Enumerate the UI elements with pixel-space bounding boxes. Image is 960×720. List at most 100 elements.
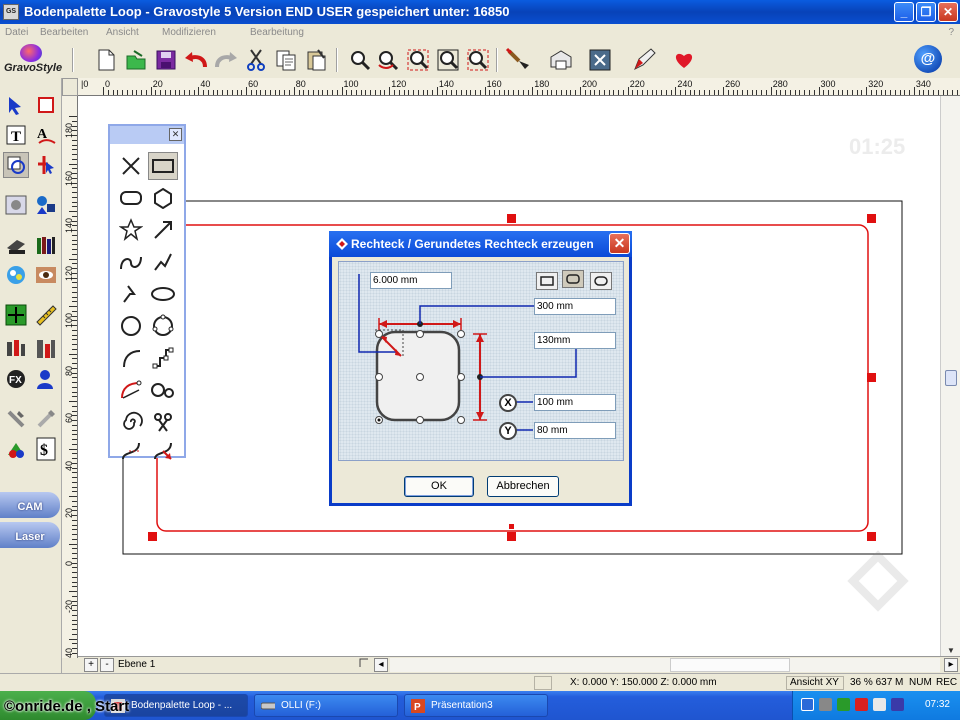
scanner-icon[interactable]: [3, 232, 29, 258]
bezier-icon[interactable]: [116, 436, 146, 464]
width-input[interactable]: 300 mm: [534, 298, 616, 315]
hscroll-thumb[interactable]: [670, 658, 790, 672]
redo-icon[interactable]: [212, 46, 240, 74]
hexagon-icon[interactable]: [148, 184, 178, 212]
tray-shield-icon[interactable]: [855, 698, 868, 711]
heart-icon[interactable]: [670, 46, 698, 74]
mode-rounded-rectangle-icon[interactable]: [562, 270, 584, 288]
x-position-input[interactable]: 100 mm: [534, 394, 616, 411]
zigzag-icon[interactable]: [116, 280, 146, 308]
zoom-selection-icon[interactable]: [464, 46, 492, 74]
star-icon[interactable]: [116, 216, 146, 244]
height-input[interactable]: 130mm: [534, 332, 616, 349]
measure-icon[interactable]: [33, 302, 59, 328]
ellipse-icon[interactable]: [148, 280, 178, 308]
maximize-button[interactable]: ❐: [916, 2, 936, 22]
text-curve-icon[interactable]: A: [33, 122, 59, 148]
save-icon[interactable]: [152, 46, 180, 74]
paste-icon[interactable]: [302, 46, 330, 74]
dialog-close-button[interactable]: ✕: [609, 233, 630, 254]
palette-titlebar[interactable]: ✕: [110, 126, 184, 144]
spiral-icon[interactable]: [116, 408, 146, 436]
cam-tab[interactable]: CAM: [0, 492, 60, 518]
cancel-button[interactable]: Abbrechen: [487, 476, 559, 497]
arc-angle-icon[interactable]: [116, 376, 146, 404]
menu-datei[interactable]: Datei: [5, 27, 28, 38]
bezier-edit-icon[interactable]: [148, 436, 178, 464]
shapes-group-icon[interactable]: [33, 192, 59, 218]
library-icon[interactable]: [33, 232, 59, 258]
task-presentation[interactable]: P Präsentation3: [404, 694, 548, 717]
radius-input[interactable]: 6.000 mm: [370, 272, 452, 289]
select-arrow-icon[interactable]: [3, 92, 29, 118]
tray-usb-icon[interactable]: [873, 698, 886, 711]
menu-modifizieren[interactable]: Modifizieren: [162, 27, 216, 38]
layer-checkbox-icon[interactable]: [358, 658, 370, 672]
add-layer-button[interactable]: +: [84, 658, 98, 672]
scissors-shape-icon[interactable]: [148, 408, 178, 436]
mode-oval-icon[interactable]: [590, 272, 612, 290]
remove-layer-button[interactable]: -: [100, 658, 114, 672]
copy-icon[interactable]: [272, 46, 300, 74]
horizontal-scrollbar[interactable]: [390, 658, 940, 672]
shape-tool-icon[interactable]: [3, 152, 29, 178]
menu-bearbeitung[interactable]: Bearbeitung: [250, 27, 304, 38]
new-file-icon[interactable]: [92, 46, 120, 74]
distribute-icon[interactable]: [33, 336, 59, 362]
rectangle-select-icon[interactable]: [33, 92, 59, 118]
arrow-line-icon[interactable]: [148, 216, 178, 244]
tray-app-icon[interactable]: [837, 698, 850, 711]
scroll-thumb[interactable]: [945, 370, 957, 386]
zoom-in-icon[interactable]: [374, 46, 402, 74]
arc-icon[interactable]: [116, 344, 146, 372]
photo-eye-icon[interactable]: [33, 262, 59, 288]
rounded-rectangle-icon[interactable]: [116, 184, 146, 212]
y-position-input[interactable]: 80 mm: [534, 422, 616, 439]
text-tool-icon[interactable]: T: [3, 122, 29, 148]
tray-volume-icon[interactable]: [891, 698, 904, 711]
printer-icon[interactable]: [546, 46, 574, 74]
tangent-circles-icon[interactable]: [148, 376, 178, 404]
price-icon[interactable]: $: [33, 436, 59, 462]
menu-bearbeiten[interactable]: Bearbeiten: [40, 27, 88, 38]
effects-icon[interactable]: FX: [3, 366, 29, 392]
circle-icon[interactable]: [116, 312, 146, 340]
move-icon[interactable]: [3, 302, 29, 328]
brush-tool-icon[interactable]: [33, 406, 59, 432]
clipart-icon[interactable]: [3, 262, 29, 288]
undo-icon[interactable]: [182, 46, 210, 74]
engraver-icon[interactable]: [586, 46, 614, 74]
tray-network-icon[interactable]: [819, 698, 832, 711]
zoom-fit-icon[interactable]: [434, 46, 462, 74]
open-icon[interactable]: [122, 46, 150, 74]
polyline-icon[interactable]: [148, 248, 178, 276]
zoom-icon[interactable]: [346, 46, 374, 74]
menu-ansicht[interactable]: Ansicht: [106, 27, 139, 38]
pen-icon[interactable]: [630, 46, 658, 74]
node-path-icon[interactable]: [148, 344, 178, 372]
color-icon[interactable]: [3, 436, 29, 462]
close-button[interactable]: ✕: [938, 2, 958, 22]
app-icon[interactable]: GS: [3, 4, 19, 20]
status-filter-icon[interactable]: [534, 676, 552, 690]
zoom-out-icon[interactable]: [404, 46, 432, 74]
mode-rectangle-icon[interactable]: [536, 272, 558, 290]
delete-shape-icon[interactable]: [116, 152, 146, 180]
laser-tab[interactable]: Laser: [0, 522, 60, 548]
user-icon[interactable]: [33, 366, 59, 392]
node-edit-icon[interactable]: [33, 152, 59, 178]
cut-icon[interactable]: [242, 46, 270, 74]
scroll-right-icon[interactable]: ▸: [944, 658, 958, 672]
minimize-button[interactable]: _: [894, 2, 914, 22]
tools-icon[interactable]: [3, 406, 29, 432]
layer-tab[interactable]: Ebene 1: [118, 659, 155, 670]
brush-icon[interactable]: [504, 46, 532, 74]
dialog-titlebar[interactable]: Rechteck / Gerundetes Rechteck erzeugen …: [329, 231, 632, 257]
circle-points-icon[interactable]: [148, 312, 178, 340]
curve-icon[interactable]: [116, 248, 146, 276]
globe-icon[interactable]: @: [914, 45, 942, 73]
vertical-scrollbar[interactable]: ▼: [940, 96, 960, 658]
task-drive[interactable]: OLLI (F:): [254, 694, 398, 717]
image-frame-icon[interactable]: [3, 192, 29, 218]
scroll-left-icon[interactable]: ◂: [374, 658, 388, 672]
